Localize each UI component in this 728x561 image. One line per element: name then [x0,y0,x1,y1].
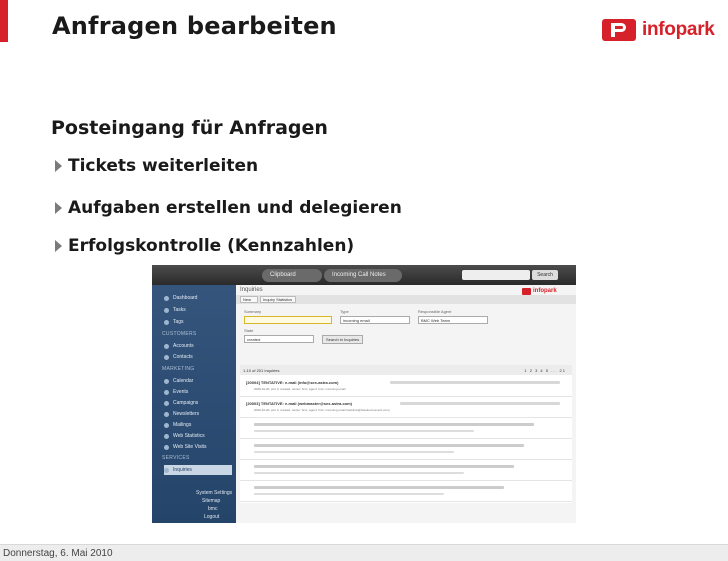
infopark-logo: infopark [602,17,715,43]
inquiries-results: 1-10 of 201 Inquiries 1 2 3 4 5 ... 21 [… [240,365,572,503]
calendar-icon [164,378,169,384]
sidebar-section-services: SERVICES [162,455,190,461]
app-screenshot: Clipboard Incoming Call Notes Search Das… [152,265,576,523]
agent-select[interactable]: BMC Web Team [418,316,488,324]
section-heading: Posteingang für Anfragen [51,117,328,139]
inquiries-icon [164,467,169,473]
footer-date: Donnerstag, 6. Mai 2010 [3,548,113,559]
logout-link[interactable]: Logout [204,514,219,520]
state-label: State [244,328,254,333]
mailings-icon [164,422,169,428]
sidebar-item-web-statistics[interactable]: Web Statistics [164,431,232,441]
accounts-icon [164,343,169,349]
sitemap-link[interactable]: Sitemap [202,498,220,504]
bullet-item: Aufgaben erstellen und delegieren [55,198,402,218]
row-meta: 2009-10-20, prio 3, created, owner: bmc,… [254,408,390,412]
app-top-bar: Clipboard Incoming Call Notes Search [152,265,576,285]
app-content: Inquiries infopark New Inquiry Statistic… [236,285,576,523]
row-title[interactable]: [20004] TENTATIVE: e-mail (info@sex-astr… [246,380,338,385]
row-blurred-text [254,465,514,468]
table-row[interactable]: [20003] TENTATIVE: e-mail (webmaster@sex… [240,398,572,418]
results-count: 1-10 of 201 Inquiries [243,368,280,373]
table-row[interactable] [240,419,572,439]
type-select[interactable]: incoming email [340,316,410,324]
title-accent-bar [0,0,8,42]
system-settings-link[interactable]: System Settings [196,490,232,496]
row-blurred-text [390,381,560,384]
app-sidebar: Dashboard Tasks Tags CUSTOMERS Accounts … [152,285,236,523]
app-search-input[interactable] [462,270,530,280]
infopark-logo-text: infopark [642,19,715,40]
sidebar-section-customers: CUSTOMERS [162,331,197,337]
row-blurred-text [254,451,454,453]
contacts-icon [164,354,169,360]
table-row[interactable] [240,440,572,460]
infopark-mark-icon [522,287,531,295]
sidebar-item-calendar[interactable]: Calendar [164,376,232,386]
user-link[interactable]: bmc [208,506,217,512]
search-inquiries-button[interactable]: Search in Inquiries [322,335,364,344]
inquiry-statistics-button[interactable]: Inquiry Statistics [260,296,296,303]
sidebar-item-web-site-visits[interactable]: Web Site Visits [164,442,232,452]
inquiries-page-title: Inquiries [240,287,263,293]
slide-title: Anfragen bearbeiten [52,12,337,40]
bullet-triangle-icon [55,202,62,214]
sidebar-item-inquiries[interactable]: Inquiries [164,465,232,475]
row-meta: 2009-10-20, prio 3, created, owner: bmc,… [254,387,346,391]
bullet-text: Erfolgskontrolle (Kennzahlen) [68,236,355,256]
summary-label: Summary [244,309,262,314]
bullet-text: Tickets weiterleiten [68,156,259,176]
row-blurred-text [254,472,464,474]
sidebar-item-campaigns[interactable]: Campaigns [164,398,232,408]
infopark-logo-mark-icon [602,19,636,41]
tab-clipboard[interactable]: Clipboard [262,269,322,282]
tasks-icon [164,307,169,313]
web-site-visits-icon [164,444,169,450]
sidebar-item-dashboard[interactable]: Dashboard [164,293,232,303]
tags-icon [164,319,169,325]
state-select[interactable]: created [244,335,314,343]
app-search-button[interactable]: Search [532,270,558,280]
type-label: Type [340,309,349,314]
sidebar-item-events[interactable]: Events [164,387,232,397]
sidebar-item-accounts[interactable]: Accounts [164,341,232,351]
sidebar-section-marketing: MARKETING [162,366,195,372]
bullet-triangle-icon [55,160,62,172]
row-blurred-text [254,430,474,432]
bullet-item: Erfolgskontrolle (Kennzahlen) [55,236,354,256]
table-row[interactable] [240,482,572,502]
sidebar-item-tags[interactable]: Tags [164,317,232,327]
campaigns-icon [164,400,169,406]
row-blurred-text [254,444,524,447]
agent-label: Responsible Agent [418,309,452,314]
sidebar-item-mailings[interactable]: Mailings [164,420,232,430]
newsletters-icon [164,411,169,417]
row-title[interactable]: [20003] TENTATIVE: e-mail (webmaster@sex… [246,401,352,406]
sidebar-item-tasks[interactable]: Tasks [164,305,232,315]
row-blurred-text [254,493,444,495]
dashboard-icon [164,295,169,301]
row-blurred-text [254,486,504,489]
new-inquiry-button[interactable]: New [240,296,258,303]
sidebar-item-contacts[interactable]: Contacts [164,352,232,362]
app-toolbar: New Inquiry Statistics [236,295,576,304]
bullet-item: Tickets weiterleiten [55,156,258,176]
pagination[interactable]: 1 2 3 4 5 ... 21 [524,368,566,373]
tab-incoming-call-notes[interactable]: Incoming Call Notes [324,269,402,282]
bullet-triangle-icon [55,240,62,252]
summary-input[interactable] [244,316,332,324]
row-blurred-text [400,402,560,405]
results-header: 1-10 of 201 Inquiries 1 2 3 4 5 ... 21 [240,365,572,375]
table-row[interactable]: [20004] TENTATIVE: e-mail (info@sex-astr… [240,377,572,397]
table-row[interactable] [240,461,572,481]
bullet-text: Aufgaben erstellen und delegieren [68,198,402,218]
events-icon [164,389,169,395]
row-blurred-text [254,423,534,426]
web-statistics-icon [164,433,169,439]
sidebar-item-newsletters[interactable]: Newsletters [164,409,232,419]
